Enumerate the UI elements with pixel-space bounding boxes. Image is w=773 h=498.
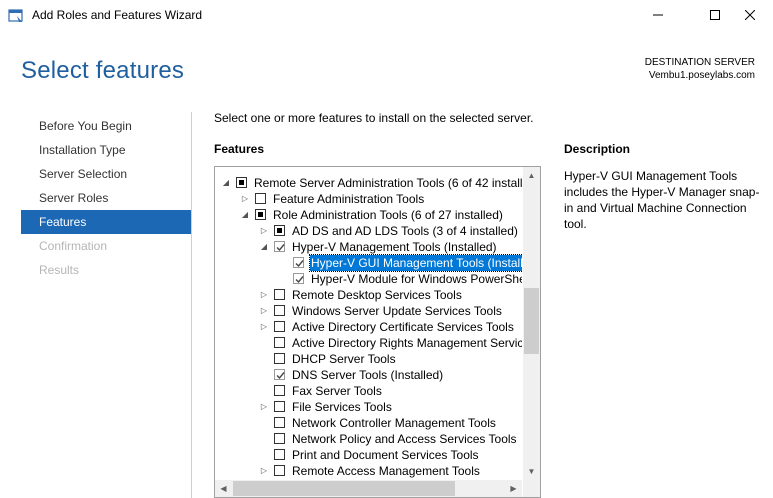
feature-checkbox[interactable] <box>274 321 285 332</box>
feature-checkbox[interactable] <box>274 449 285 460</box>
horizontal-scroll-thumb[interactable] <box>233 481 455 496</box>
tree-item-label: Network Controller Management Tools <box>292 416 496 430</box>
description-heading: Description <box>564 142 631 156</box>
tree-item-label: DHCP Server Tools <box>292 352 396 366</box>
close-icon <box>744 9 756 21</box>
tree-item-label: DNS Server Tools (Installed) <box>292 368 444 382</box>
wizard-nav: Before You Begin Installation Type Serve… <box>21 114 192 282</box>
feature-checkbox[interactable] <box>274 401 285 412</box>
page-title: Select features <box>21 57 185 84</box>
scroll-left-icon[interactable]: ◀ <box>215 480 232 497</box>
close-button[interactable] <box>727 0 773 31</box>
feature-checkbox[interactable] <box>274 337 285 348</box>
tree-item-label: Active Directory Certificate Services To… <box>292 320 514 334</box>
nav-item-confirmation: Confirmation <box>39 239 108 253</box>
expand-arrow-icon[interactable]: ▷ <box>240 191 250 207</box>
expand-arrow-icon[interactable]: ▷ <box>259 319 269 335</box>
tree-item-label: Remote Desktop Services Tools <box>292 288 462 302</box>
nav-item-features[interactable]: Features <box>21 210 192 234</box>
nav-item-installation-type[interactable]: Installation Type <box>21 138 192 162</box>
feature-checkbox[interactable] <box>274 305 285 316</box>
description-text: Hyper-V GUI Management Tools includes th… <box>564 169 760 231</box>
scroll-up-icon[interactable]: ▲ <box>523 167 540 184</box>
feature-checkbox[interactable] <box>293 273 304 284</box>
feature-checkbox[interactable] <box>274 417 285 428</box>
feature-checkbox[interactable] <box>255 193 266 204</box>
expand-arrow-icon[interactable]: ▷ <box>259 303 269 319</box>
tree-item-label: Feature Administration Tools <box>273 192 425 206</box>
feature-checkbox[interactable] <box>274 385 285 396</box>
nav-item-server-roles[interactable]: Server Roles <box>21 186 192 210</box>
tree-item-label: Windows Server Update Services Tools <box>292 304 502 318</box>
feature-checkbox[interactable] <box>274 241 285 252</box>
tree-item-label: Network Policy and Access Services Tools <box>292 432 517 446</box>
tree-item-label: Fax Server Tools <box>292 384 382 398</box>
nav-item-server-selection[interactable]: Server Selection <box>21 162 192 186</box>
tree-item-label: Print and Document Services Tools <box>292 448 479 462</box>
feature-checkbox[interactable] <box>255 209 266 220</box>
expand-arrow-icon[interactable]: ▷ <box>259 287 269 303</box>
nav-item-results: Results <box>39 263 80 277</box>
feature-checkbox[interactable] <box>274 353 285 364</box>
tree-item-label: Remote Server Administration Tools (6 of… <box>254 176 522 190</box>
nav-divider <box>191 112 192 498</box>
horizontal-scrollbar[interactable]: ◀ ▶ <box>215 480 522 497</box>
feature-checkbox[interactable] <box>293 257 304 268</box>
nav-item-before-you-begin[interactable]: Before You Begin <box>21 114 192 138</box>
scroll-right-icon[interactable]: ▶ <box>505 480 522 497</box>
tree-item-label: Active Directory Rights Management Servi… <box>292 336 522 350</box>
wizard-app-icon <box>8 8 24 24</box>
minimize-button[interactable] <box>635 0 681 31</box>
tree-item-label: Hyper-V Management Tools (Installed) <box>292 240 497 254</box>
tree-item-label: File Services Tools <box>292 400 392 414</box>
wizard-header: Select features DESTINATION SERVER Vembu… <box>0 31 773 98</box>
features-heading: Features <box>214 142 265 156</box>
feature-checkbox[interactable] <box>274 289 285 300</box>
expand-arrow-icon[interactable]: ▷ <box>259 463 269 479</box>
feature-checkbox[interactable] <box>274 369 285 380</box>
window-title: Add Roles and Features Wizard <box>32 8 203 22</box>
tree-item-label: AD DS and AD LDS Tools (3 of 4 installed… <box>292 224 518 238</box>
feature-checkbox[interactable] <box>274 225 285 236</box>
destination-server-label: DESTINATION SERVER <box>644 57 755 68</box>
vertical-scrollbar[interactable]: ▲ ▼ <box>523 167 540 480</box>
title-bar: Add Roles and Features Wizard <box>0 0 773 31</box>
tree-item-label: Hyper-V GUI Management Tools (Installed) <box>308 254 522 272</box>
expand-arrow-icon[interactable]: ▷ <box>259 223 269 239</box>
expand-arrow-icon[interactable]: ▷ <box>259 399 269 415</box>
collapse-arrow-icon[interactable]: ◢ <box>259 239 269 255</box>
feature-checkbox[interactable] <box>236 177 247 188</box>
feature-checkbox[interactable] <box>274 465 285 476</box>
collapse-arrow-icon[interactable]: ◢ <box>221 175 231 191</box>
scroll-down-icon[interactable]: ▼ <box>523 463 540 480</box>
vertical-scroll-thumb[interactable] <box>524 288 539 354</box>
instruction-text: Select one or more features to install o… <box>214 111 534 125</box>
wizard-content: Before You Begin Installation Type Serve… <box>0 98 773 498</box>
tree-item-label: Remote Access Management Tools <box>292 464 480 478</box>
features-tree-list: ◢ Remote Server Administration Tools (6 o… <box>215 167 522 480</box>
minimize-icon <box>653 14 663 16</box>
features-tree[interactable]: ◢ Remote Server Administration Tools (6 o… <box>214 166 541 498</box>
scrollbar-corner <box>523 480 540 497</box>
maximize-icon <box>710 10 720 20</box>
tree-item-label: Hyper-V Module for Windows PowerShell (I… <box>311 272 522 286</box>
collapse-arrow-icon[interactable]: ◢ <box>240 207 250 223</box>
destination-server-name: Vembu1.poseylabs.com <box>648 70 755 81</box>
tree-item-label: Role Administration Tools (6 of 27 insta… <box>273 208 503 222</box>
feature-checkbox[interactable] <box>274 433 285 444</box>
